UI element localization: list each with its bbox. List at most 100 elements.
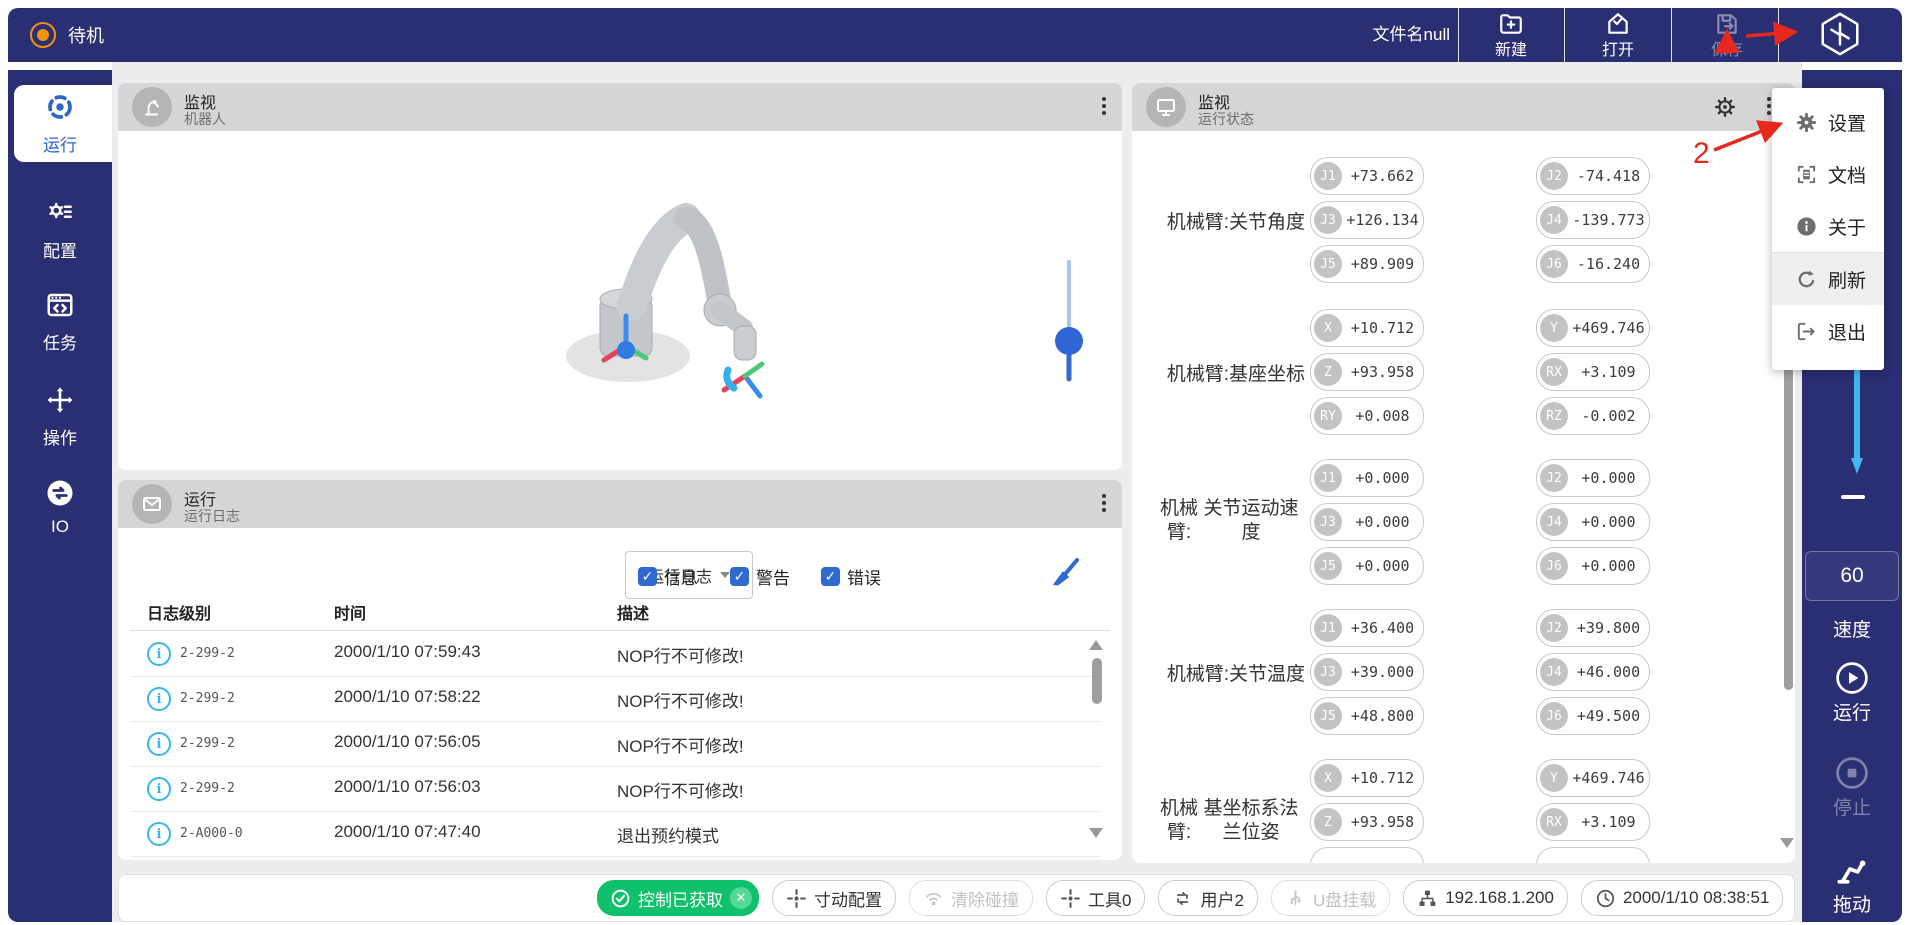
status-pill (1310, 847, 1424, 863)
log-row[interactable]: i 2-299-2 2000/1/10 07:59:43 NOP行不可修改! (130, 631, 1100, 677)
log-row[interactable]: i 2-299-2 2000/1/10 07:56:05 NOP行不可修改! (130, 721, 1100, 767)
button-label: 保存 (1711, 43, 1743, 59)
app-dropdown-menu: 设置文档关于刷新退出 (1772, 88, 1884, 370)
app-logo-icon (1817, 11, 1863, 62)
status-pill: RX+3.109 (1536, 353, 1650, 391)
menu-item-退出[interactable]: 退出 (1772, 305, 1884, 357)
run-label: 运行 (1802, 698, 1902, 725)
statusbar-pill-192.168.1.200[interactable]: 192.168.1.200 (1403, 880, 1568, 916)
drag-mode-button[interactable] (1802, 852, 1902, 886)
filter-checkbox-信息[interactable]: ✓信息 (638, 564, 698, 589)
status-pill: X+10.712 (1310, 309, 1424, 347)
status-pill: J1+36.400 (1310, 609, 1424, 647)
statusbar-pill-工具0[interactable]: 工具0 (1046, 880, 1145, 916)
operate-move-icon (8, 385, 112, 420)
checkbox-checked-icon: ✓ (730, 567, 749, 586)
clear-log-button[interactable] (1048, 555, 1082, 594)
axis-value: -139.773 (1568, 211, 1649, 229)
kebab-menu-icon[interactable] (1102, 494, 1106, 512)
sidebar-item-任务[interactable]: 任务 (8, 290, 112, 354)
status-scrollbar[interactable] (1784, 360, 1793, 690)
robot-3d-view[interactable] (548, 178, 848, 448)
group-label-name: 基坐标系法兰位姿 (1200, 797, 1302, 845)
doc-frame-icon (1794, 163, 1818, 186)
filter-checkbox-错误[interactable]: ✓错误 (821, 564, 881, 589)
app-logo-button[interactable] (1778, 10, 1902, 62)
axis-tag: X (1314, 764, 1342, 792)
checkbox-label: 错误 (847, 564, 881, 589)
statusbar-pill-控制已获取[interactable]: 控制已获取✕ (597, 880, 759, 916)
log-row[interactable]: i 2-299-2 2000/1/10 07:58:22 NOP行不可修改! (130, 676, 1100, 722)
menu-item-刷新[interactable]: 刷新 (1772, 253, 1884, 305)
column-header: 日志级别 (147, 600, 211, 624)
axis-tag: J2 (1540, 162, 1568, 190)
robot-status: 待机 (30, 8, 104, 62)
axis-tag: J2 (1540, 614, 1568, 642)
run-play-button[interactable] (1802, 660, 1902, 696)
statusbar-pill-寸动配置[interactable]: 寸动配置 (772, 880, 896, 916)
kebab-menu-icon[interactable] (1767, 97, 1771, 115)
filter-checkbox-警告[interactable]: ✓ 警告 (730, 564, 790, 589)
pill-label: 工具0 (1088, 886, 1131, 911)
run-target-icon (8, 92, 112, 127)
sidebar-item-label: 任务 (8, 329, 112, 354)
log-row[interactable]: i 2-299-2 2000/1/10 07:56:03 NOP行不可修改! (130, 766, 1100, 812)
axis-value: +10.712 (1342, 769, 1423, 787)
collision-icon (923, 888, 944, 909)
status-pill (1536, 847, 1650, 863)
axis-tag: J3 (1314, 206, 1342, 234)
panel-settings-gear-icon[interactable] (1713, 95, 1737, 124)
rotate-icon (1172, 888, 1193, 909)
open-file-button[interactable]: 打开 (1565, 8, 1671, 62)
status-bar: 控制已获取✕寸动配置清除碰撞工具0用户2U盘挂载192.168.1.200200… (118, 874, 1795, 922)
axis-value: +0.008 (1342, 407, 1423, 425)
config-gear-icon (8, 198, 112, 233)
sidebar-item-操作[interactable]: 操作 (8, 385, 112, 449)
save-file-button: 保存 (1674, 8, 1780, 62)
status-dot-icon (30, 22, 56, 48)
close-icon[interactable]: ✕ (730, 887, 752, 909)
stop-label: 停止 (1802, 793, 1902, 820)
sidebar-item-label: 运行 (8, 131, 112, 156)
scroll-down-icon[interactable] (1089, 828, 1103, 838)
sidebar-item-label: 配置 (8, 237, 112, 262)
view-zoom-slider[interactable] (1051, 258, 1087, 384)
scroll-down-icon[interactable] (1780, 838, 1794, 848)
status-pill: J3+0.000 (1310, 503, 1424, 541)
info-icon: i (147, 732, 171, 756)
checkbox-label: 警告 (756, 564, 790, 589)
statusbar-pill-2000/1/10 08:38:51[interactable]: 2000/1/10 08:38:51 (1581, 880, 1784, 916)
column-header: 时间 (334, 600, 366, 624)
group-label: 机械臂: 关节运动速度 (1158, 497, 1305, 545)
log-time: 2000/1/10 07:56:03 (334, 777, 481, 797)
menu-item-label: 设置 (1828, 109, 1866, 136)
axis-tag: J1 (1314, 162, 1342, 190)
menu-item-关于[interactable]: 关于 (1772, 200, 1884, 252)
axis-value: +0.000 (1342, 469, 1423, 487)
log-row[interactable]: i 2-A000-0 2000/1/10 07:47:40 退出预约模式 (130, 811, 1100, 857)
log-scrollbar[interactable] (1092, 658, 1102, 704)
statusbar-pill-清除碰撞: 清除碰撞 (909, 880, 1033, 916)
jog-icon (1060, 888, 1081, 909)
speed-minus-button[interactable] (1841, 495, 1865, 499)
sidebar-item-配置[interactable]: 配置 (8, 198, 112, 262)
menu-item-设置[interactable]: 设置 (1772, 96, 1884, 148)
log-level: 2-299-2 (180, 736, 235, 751)
task-code-icon (8, 290, 112, 325)
info-icon: i (147, 642, 171, 666)
sidebar-item-运行[interactable]: 运行 (8, 92, 112, 156)
log-description: NOP行不可修改! (617, 777, 744, 802)
kebab-menu-icon[interactable] (1102, 97, 1106, 115)
statusbar-pill-用户2[interactable]: 用户2 (1158, 880, 1257, 916)
axis-value: +46.000 (1568, 663, 1649, 681)
scroll-up-icon[interactable] (1089, 640, 1103, 650)
axis-tag: Z (1314, 808, 1342, 836)
log-description: NOP行不可修改! (617, 687, 744, 712)
sidebar-item-IO[interactable]: IO (8, 478, 112, 537)
axis-tag: J4 (1540, 658, 1568, 686)
menu-item-文档[interactable]: 文档 (1772, 148, 1884, 200)
new-file-button[interactable]: 新建 (1458, 8, 1564, 62)
axis-tag: J5 (1314, 250, 1342, 278)
log-description: 退出预约模式 (617, 822, 719, 847)
menu-item-label: 退出 (1828, 318, 1866, 345)
